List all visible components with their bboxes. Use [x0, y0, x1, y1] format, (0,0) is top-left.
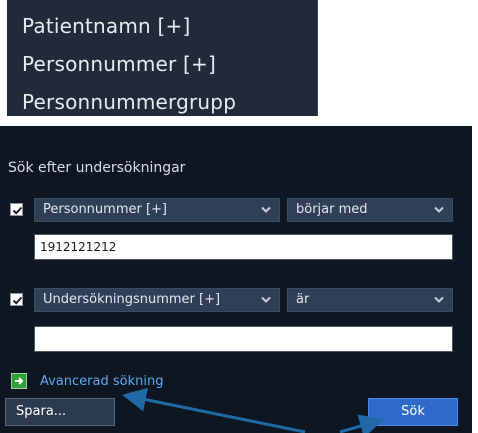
- advanced-search-link[interactable]: Avancerad sökning: [40, 374, 163, 389]
- criterion-2-operator-value: är: [296, 292, 310, 307]
- criterion-2-checkbox[interactable]: [10, 293, 23, 306]
- criterion-2-operator-select[interactable]: är: [287, 288, 453, 312]
- criterion-1-field-select[interactable]: Personnummer [+]: [34, 198, 280, 222]
- criterion-1-value-input[interactable]: 1912121212: [34, 234, 453, 260]
- list-item-personnummer[interactable]: Personnummer [+]: [22, 52, 216, 76]
- list-item-patientnamn[interactable]: Patientnamn [+]: [22, 14, 190, 38]
- chevron-down-icon: [434, 296, 444, 303]
- chevron-down-icon: [434, 206, 444, 213]
- check-icon: [12, 296, 23, 305]
- criterion-1-operator-select[interactable]: börjar med: [287, 198, 453, 222]
- chevron-down-icon: [261, 296, 271, 303]
- check-icon: [12, 206, 23, 215]
- criterion-1-operator-value: börjar med: [296, 202, 368, 217]
- arrow-right-box-icon[interactable]: [11, 373, 27, 389]
- criterion-2-field-select[interactable]: Undersökningsnummer [+]: [34, 288, 280, 312]
- panel-title: Sök efter undersökningar: [8, 160, 186, 176]
- criterion-2-value-input[interactable]: [34, 326, 453, 352]
- field-dropdown-list: Patientnamn [+] Personnummer [+] Personn…: [7, 0, 318, 116]
- chevron-down-icon: [261, 206, 271, 213]
- criterion-1-field-value: Personnummer [+]: [43, 202, 168, 217]
- save-button[interactable]: Spara...: [5, 398, 115, 426]
- list-item-personnummergrupp[interactable]: Personnummergrupp: [22, 90, 236, 116]
- criterion-1-checkbox[interactable]: [10, 203, 23, 216]
- criterion-2-field-value: Undersökningsnummer [+]: [43, 292, 221, 307]
- search-button[interactable]: Sök: [368, 398, 458, 426]
